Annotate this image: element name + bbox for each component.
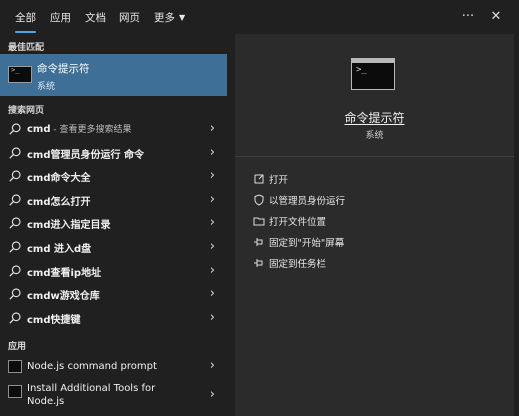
caret-down-icon: ▼ (179, 13, 186, 22)
chevron-right-icon[interactable]: › (210, 263, 215, 278)
web-result-text: cmd怎么打开 (27, 196, 91, 208)
web-result-text: cmd进入指定目录 (27, 220, 111, 232)
best-match-subtitle: 系统 (37, 82, 56, 92)
results-list: 最佳匹配 命令提示符 系统 搜索网页 cmd - 查看更多搜索结果›cmd管理员… (0, 34, 227, 416)
open-icon (254, 174, 264, 184)
apps-heading: 应用 (8, 342, 27, 352)
search-icon (9, 217, 21, 230)
search-icon (9, 312, 21, 324)
search-icon (9, 123, 21, 135)
tab-apps[interactable]: 应用 (50, 10, 71, 26)
chevron-right-icon[interactable]: › (210, 168, 215, 183)
search-icon (9, 146, 21, 159)
best-match-title: 命令提示符 (37, 63, 90, 75)
web-result-text: cmd (27, 124, 51, 135)
web-result-text: cmd 进入d盘 (27, 244, 92, 255)
tab-documents[interactable]: 文档 (85, 10, 106, 26)
tab-all[interactable]: 全部 (15, 10, 36, 33)
terminal-icon (8, 385, 22, 398)
terminal-icon (8, 360, 22, 373)
tab-web[interactable]: 网页 (119, 10, 140, 26)
search-icon (9, 170, 21, 182)
chevron-right-icon[interactable]: › (210, 145, 215, 160)
chevron-right-icon[interactable]: › (210, 358, 215, 373)
preview-panel: 命令提示符 系统 打开 以管理员身份运行 打开文件位置 固定 (235, 34, 514, 416)
tab-bar: 全部 应用 文档 网页 更多 ▼ ··· ✕ (0, 0, 519, 34)
shield-icon (254, 194, 264, 206)
command-prompt-large-icon (351, 58, 395, 90)
close-icon[interactable]: ✕ (484, 6, 508, 28)
web-result-item[interactable]: cmd怎么打开 › (0, 189, 227, 211)
web-result-text: cmdw游戏仓库 (27, 291, 100, 303)
chevron-right-icon[interactable]: › (210, 387, 215, 402)
command-prompt-icon (8, 66, 32, 83)
web-result-item[interactable]: cmdw游戏仓库 › (0, 283, 227, 305)
web-result-item[interactable]: cmd快捷键 › (0, 307, 227, 329)
search-icon (9, 194, 21, 206)
web-result-hint: - 查看更多搜索结果 (50, 125, 132, 135)
best-match-item[interactable]: 命令提示符 系统 (0, 54, 227, 96)
scrollbar-track[interactable] (514, 34, 519, 416)
app-item-nodejs-tools[interactable]: Install Additional Tools for Node.js › (0, 381, 227, 413)
web-result-text: cmd查看ip地址 (27, 267, 102, 279)
chevron-right-icon[interactable]: › (210, 121, 215, 136)
app-item-nodejs-prompt[interactable]: Node.js command prompt › (0, 357, 227, 377)
search-icon (9, 241, 21, 253)
web-result-text: cmd管理员身份运行 命令 (27, 149, 144, 161)
search-icon (9, 288, 21, 300)
divider (235, 156, 514, 157)
best-match-heading: 最佳匹配 (8, 43, 45, 53)
more-options-icon[interactable]: ··· (456, 6, 480, 28)
search-icon (9, 264, 21, 277)
preview-subtitle: 系统 (365, 131, 384, 141)
web-result-item[interactable]: cmd查看ip地址 › (0, 260, 227, 282)
preview-title[interactable]: 命令提示符 (235, 109, 514, 126)
chevron-right-icon[interactable]: › (210, 215, 215, 230)
chevron-right-icon[interactable]: › (210, 192, 215, 207)
search-window: 全部 应用 文档 网页 更多▼ ··· ✕ 最佳匹配 命令提示符 系统 搜索网页… (0, 0, 519, 416)
web-result-item[interactable]: cmd - 查看更多搜索结果 › (0, 118, 227, 140)
web-result-item[interactable]: cmd管理员身份运行 命令 › (0, 142, 227, 164)
web-search-heading: 搜索网页 (8, 106, 45, 116)
pin-icon (254, 259, 263, 267)
folder-icon (253, 217, 265, 226)
chevron-right-icon[interactable]: › (210, 239, 215, 254)
web-result-item[interactable]: cmd进入指定目录 › (0, 212, 227, 234)
web-result-item[interactable]: cmd 进入d盘 › (0, 236, 227, 258)
chevron-right-icon[interactable]: › (210, 310, 215, 325)
web-result-text: cmd命令大全 (27, 173, 91, 185)
web-result-text: cmd快捷键 (27, 314, 81, 326)
pin-icon (254, 238, 263, 246)
tab-more[interactable]: 更多 ▼ (154, 10, 185, 26)
chevron-right-icon[interactable]: › (210, 286, 215, 301)
web-result-item[interactable]: cmd命令大全 › (0, 165, 227, 187)
